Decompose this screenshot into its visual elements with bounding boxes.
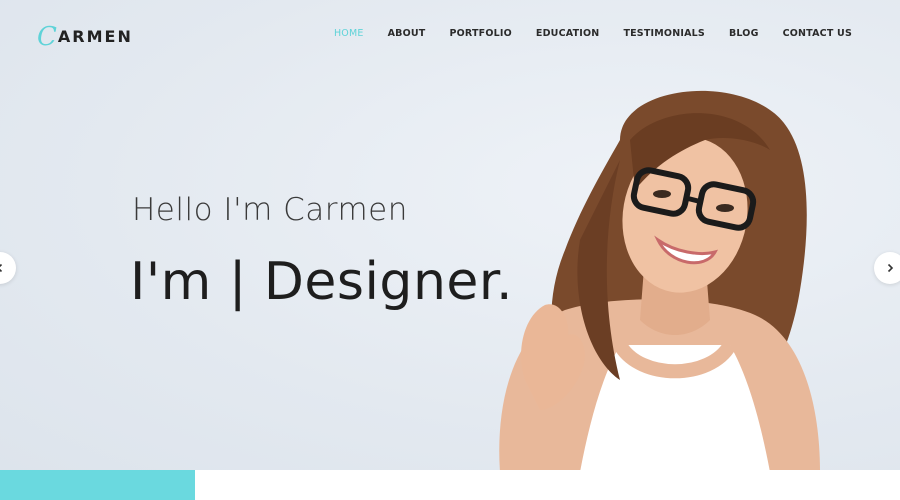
bottom-accent-bar	[0, 470, 195, 500]
hero-role-line: I'm | Designer.	[130, 252, 514, 312]
chevron-left-icon	[0, 263, 3, 273]
nav-blog[interactable]: BLOG	[729, 28, 759, 39]
chevron-right-icon	[887, 263, 894, 273]
slider-next-button[interactable]	[874, 252, 900, 284]
logo-initial: C	[37, 22, 57, 52]
main-nav: HOME ABOUT PORTFOLIO EDUCATION TESTIMONI…	[334, 28, 852, 39]
nav-testimonials[interactable]: TESTIMONIALS	[623, 28, 705, 39]
hero-greeting: Hello I'm Carmen	[132, 192, 408, 228]
brand-logo[interactable]: CARMEN	[37, 22, 133, 52]
bottom-content-strip	[195, 470, 900, 500]
logo-text: ARMEN	[57, 27, 133, 46]
slider-prev-button[interactable]	[0, 252, 16, 284]
nav-home[interactable]: HOME	[334, 28, 364, 39]
hero-section: CARMEN HOME ABOUT PORTFOLIO EDUCATION TE…	[0, 0, 900, 470]
nav-contact-us[interactable]: CONTACT US	[783, 28, 852, 39]
hero-portrait-image	[499, 90, 820, 470]
nav-about[interactable]: ABOUT	[388, 28, 426, 39]
nav-portfolio[interactable]: PORTFOLIO	[449, 28, 511, 39]
nav-education[interactable]: EDUCATION	[536, 28, 600, 39]
